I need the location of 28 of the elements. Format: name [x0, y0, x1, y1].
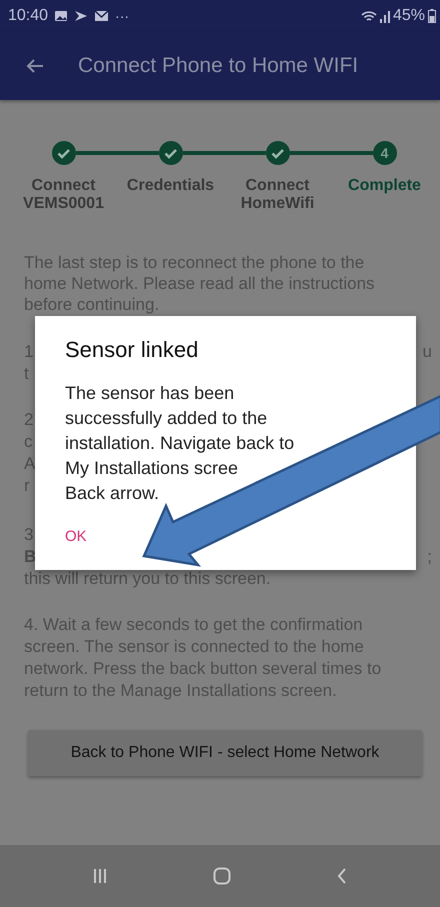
dialog-title: Sensor linked — [65, 338, 198, 362]
home-icon — [213, 867, 231, 885]
back-arrow-icon — [26, 58, 44, 74]
recents-icon — [93, 868, 107, 884]
step-label: Complete — [348, 177, 421, 195]
signal-icon — [380, 10, 390, 22]
more-indicator: ··· — [115, 8, 130, 24]
dialog-message: successfully added to the — [65, 407, 268, 430]
dialog-message: installation. Navigate back to — [65, 432, 294, 455]
flag-icon — [74, 10, 88, 22]
app-title: Connect Phone to Home WIFI — [78, 54, 358, 78]
dialog-message: The sensor has been — [65, 382, 236, 405]
step-number: 4 — [372, 141, 396, 165]
back-icon — [337, 867, 347, 885]
step-label: Credentials — [126, 177, 214, 195]
step-label: Connect HomeWifi — [240, 177, 314, 213]
battery-percent: 45% — [392, 7, 425, 25]
ok-button[interactable]: OK — [59, 524, 93, 549]
dialog-message: My Installations scree — [65, 457, 240, 480]
back-to-wifi-button[interactable]: Back to Phone WIFI - select Home Network — [28, 730, 422, 776]
text-fragment: ; — [427, 546, 432, 568]
battery-icon — [428, 9, 436, 23]
status-time: 10:40 — [8, 7, 48, 25]
step-label: Connect VEMS0001 — [23, 177, 104, 213]
mail-icon — [94, 10, 110, 22]
image-icon — [54, 10, 68, 22]
wifi-icon — [360, 10, 377, 22]
dialog-message: Back arrow. — [65, 482, 160, 505]
